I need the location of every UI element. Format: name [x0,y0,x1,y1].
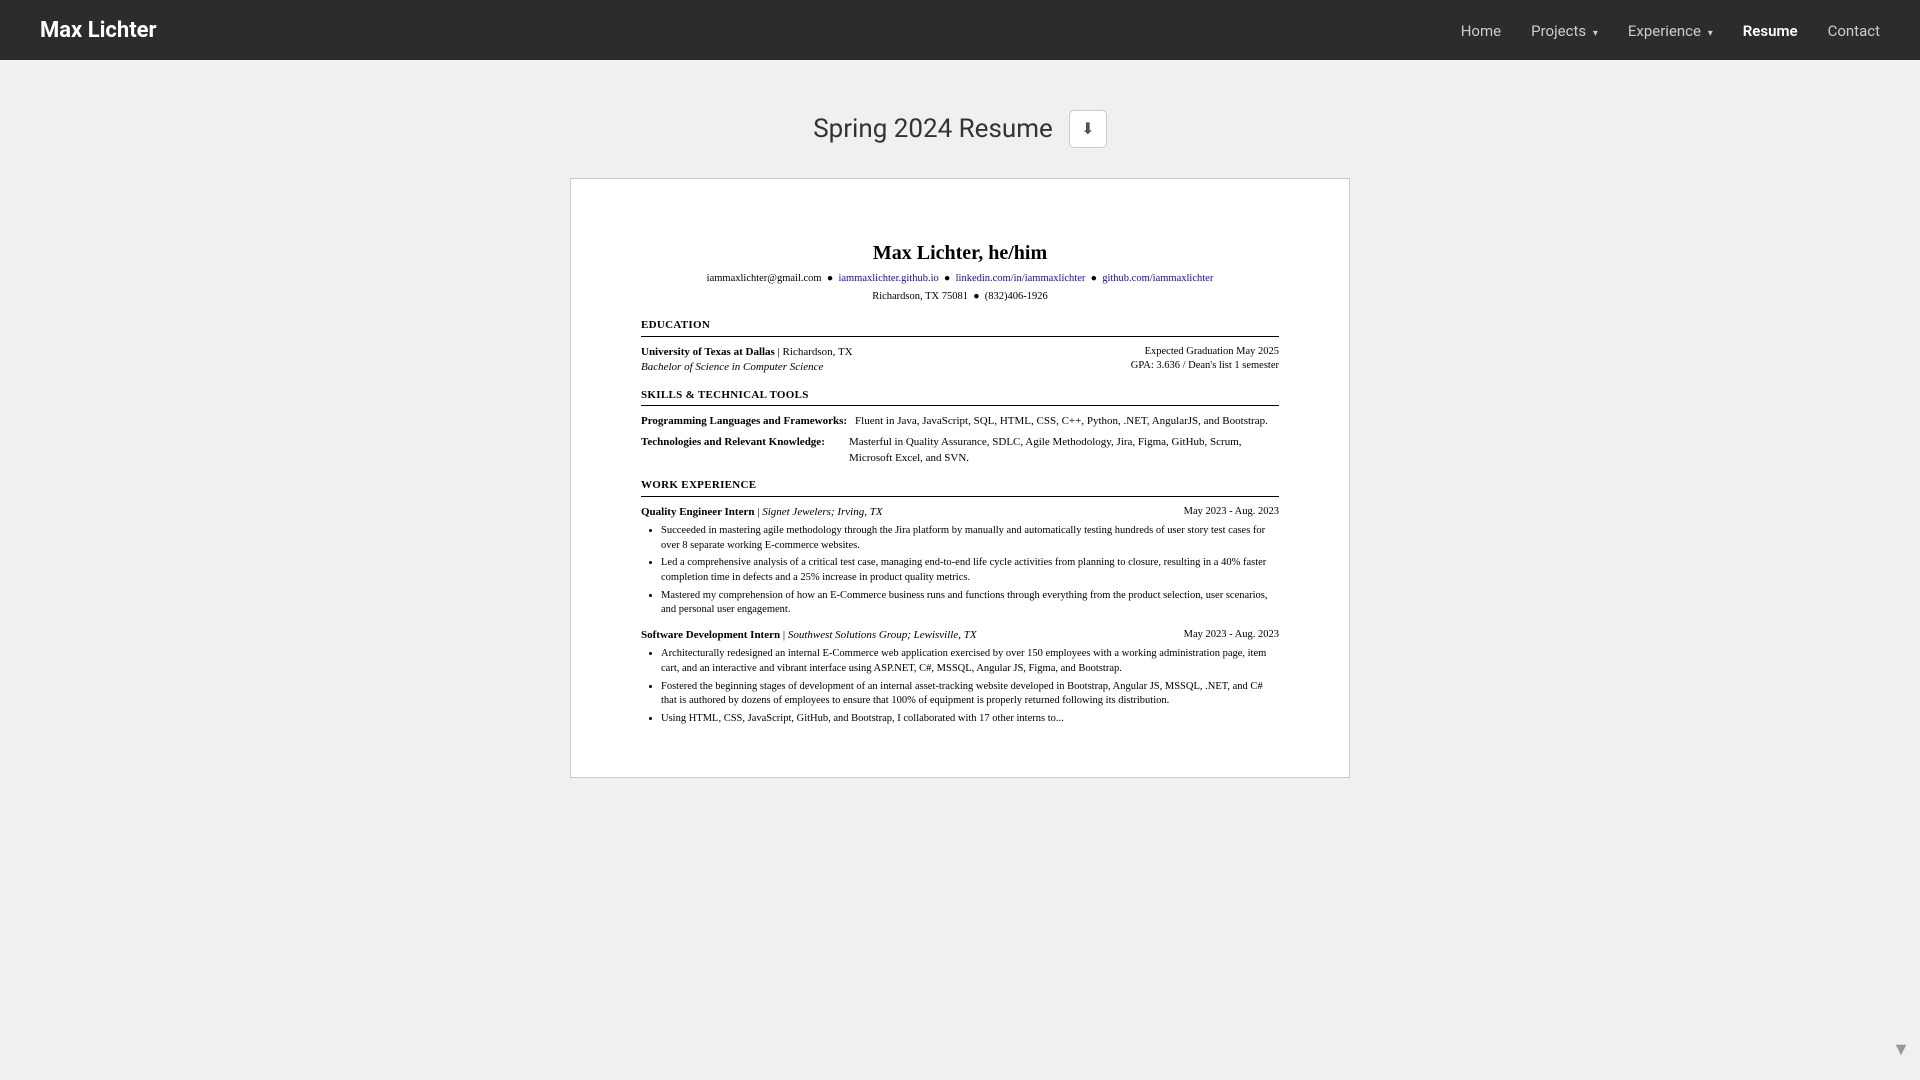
github-pages-link[interactable]: iammaxlichter.github.io [838,273,938,284]
school-name: University of Texas at Dallas | Richards… [641,345,853,360]
resume-title-row: Spring 2024 Resume ⬇ [813,110,1107,148]
skills-value-0: Fluent in Java, JavaScript, SQL, HTML, C… [855,414,1279,429]
nav-item-resume[interactable]: Resume [1743,21,1798,40]
nav-item-home[interactable]: Home [1461,21,1501,40]
resume-contact: iammaxlichter@gmail.com ● iammaxlichter.… [641,272,1279,287]
job-1-bullet-1: Fostered the beginning stages of develop… [661,680,1279,709]
download-icon: ⬇ [1081,119,1094,139]
skills-value-1: Masterful in Quality Assurance, SDLC, Ag… [849,435,1279,466]
gpa: GPA: 3.636 / Dean's list 1 semester [1131,359,1279,374]
page-title: Spring 2024 Resume [813,114,1053,144]
job-0-dates: May 2023 - Aug. 2023 [1184,505,1279,520]
skills-row-0: Programming Languages and Frameworks: Fl… [641,414,1279,429]
graduation-date: Expected Graduation May 2025 [1131,345,1279,360]
job-0-bullet-1: Led a comprehensive analysis of a critic… [661,556,1279,585]
skills-section-title: SKILLS & TECHNICAL TOOLS [641,388,1279,406]
job-1-dates: May 2023 - Aug. 2023 [1184,628,1279,643]
linkedin-link[interactable]: linkedin.com/in/iammaxlichter [956,273,1086,284]
nav-link-resume[interactable]: Resume [1743,22,1798,40]
work-section-title: WORK EXPERIENCE [641,478,1279,496]
education-entry: University of Texas at Dallas | Richards… [641,345,1279,376]
job-0-header: Quality Engineer Intern | Signet Jeweler… [641,505,1279,520]
job-0-bullet-2: Mastered my comprehension of how an E-Co… [661,589,1279,618]
projects-dropdown-icon: ▾ [1593,28,1598,39]
nav-link-experience[interactable]: Experience ▾ [1628,22,1713,40]
nav-item-projects[interactable]: Projects ▾ [1531,21,1598,40]
job-0: Quality Engineer Intern | Signet Jeweler… [641,505,1279,619]
nav-brand[interactable]: Max Lichter [40,18,157,43]
job-1-title-company: Software Development Intern | Southwest … [641,628,977,643]
job-1-bullets: Architecturally redesigned an internal E… [641,647,1279,726]
download-button[interactable]: ⬇ [1069,110,1107,148]
navbar: Max Lichter Home Projects ▾ Experience ▾… [0,0,1920,60]
job-1-bullet-2: Using HTML, CSS, JavaScript, GitHub, and… [661,712,1279,727]
nav-link-projects[interactable]: Projects ▾ [1531,22,1598,40]
skills-list: Programming Languages and Frameworks: Fl… [641,414,1279,466]
degree: Bachelor of Science in Computer Science [641,360,853,375]
job-1: Software Development Intern | Southwest … [641,628,1279,727]
skills-label-0: Programming Languages and Frameworks: [641,414,847,429]
education-section-title: EDUCATION [641,318,1279,336]
job-0-bullet-0: Succeeded in mastering agile methodology… [661,524,1279,553]
skills-row-1: Technologies and Relevant Knowledge: Mas… [641,435,1279,466]
education-right: Expected Graduation May 2025 GPA: 3.636 … [1131,345,1279,374]
nav-links: Home Projects ▾ Experience ▾ Resume Cont… [1461,21,1880,40]
experience-dropdown-icon: ▾ [1708,28,1713,39]
email: iammaxlichter@gmail.com [707,273,822,284]
skills-label-1: Technologies and Relevant Knowledge: [641,435,841,466]
job-0-bullets: Succeeded in mastering agile methodology… [641,524,1279,618]
nav-link-home[interactable]: Home [1461,22,1501,40]
resume-header: Max Lichter, he/him iammaxlichter@gmail.… [641,239,1279,304]
nav-item-contact[interactable]: Contact [1828,21,1880,40]
education-left: University of Texas at Dallas | Richards… [641,345,853,376]
page-content: Spring 2024 Resume ⬇ Max Lichter, he/him… [0,60,1920,828]
job-1-header: Software Development Intern | Southwest … [641,628,1279,643]
github-link[interactable]: github.com/iammaxlichter [1102,273,1213,284]
nav-link-contact[interactable]: Contact [1828,22,1880,40]
nav-item-experience[interactable]: Experience ▾ [1628,21,1713,40]
job-1-bullet-0: Architecturally redesigned an internal E… [661,647,1279,676]
job-0-title-company: Quality Engineer Intern | Signet Jeweler… [641,505,883,520]
resume-name: Max Lichter, he/him [641,239,1279,267]
scroll-indicator: ▼ [1892,1039,1910,1060]
resume-location: Richardson, TX 75081 ● (832)406-1926 [641,290,1279,305]
resume-paper: Max Lichter, he/him iammaxlichter@gmail.… [570,178,1350,778]
